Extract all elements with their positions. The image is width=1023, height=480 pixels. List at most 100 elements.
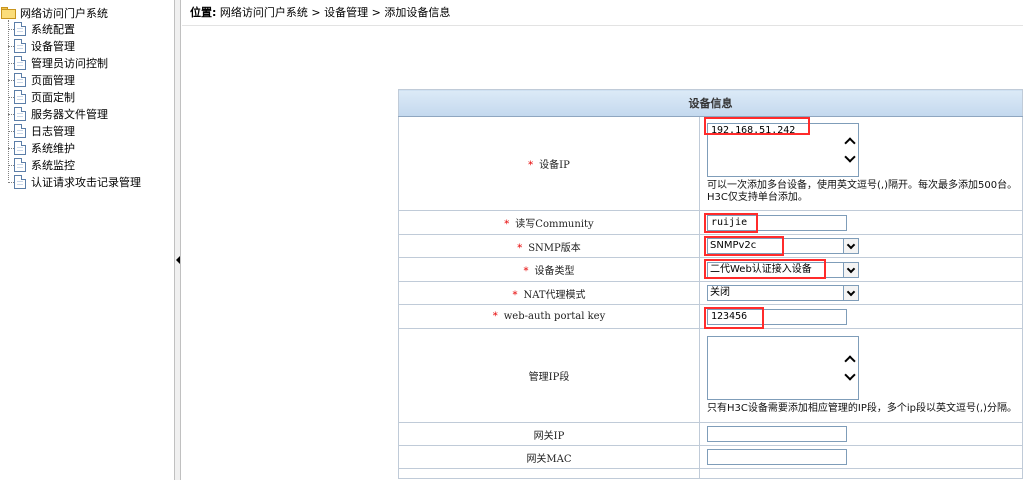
document-icon: [14, 39, 26, 53]
gateway-ip-label: 网关IP: [533, 430, 565, 442]
device-ip-hint: 可以一次添加多台设备，使用英文逗号(,)隔开。每次最多添加500台。H3C仅支持…: [707, 180, 1018, 203]
scroll-up-icon[interactable]: [844, 137, 856, 149]
device-info-form: 设备信息 * 设备IP 192.168.51.242 可以一次添加多台设备，使用英…: [398, 89, 1023, 479]
sidebar-item-server-file-management[interactable]: 服务器文件管理: [8, 106, 108, 122]
value-cell: [699, 210, 1023, 235]
form-row-gateway-ip: 网关IP: [398, 422, 1023, 446]
value-cell: 二代Web认证接入设备: [699, 257, 1023, 282]
chevron-down-icon[interactable]: [843, 239, 858, 253]
folder-open-icon: [1, 7, 17, 19]
sidebar-item-label: 服务器文件管理: [31, 108, 108, 121]
form-row-community: * 读写Community: [398, 210, 1023, 235]
label-cell: * 设备类型: [398, 257, 700, 282]
scroll-down-icon[interactable]: [844, 369, 856, 381]
breadcrumb-path: 网络访问门户系统 > 设备管理 > 添加设备信息: [219, 6, 451, 19]
community-input[interactable]: [707, 214, 847, 231]
sidebar-item-admin-access-control[interactable]: 管理员访问控制: [8, 55, 108, 71]
value-cell: 关闭: [699, 281, 1023, 305]
form-row-device-type: * 设备类型 二代Web认证接入设备: [398, 257, 1023, 282]
sidebar-item-system-config[interactable]: 系统配置: [8, 21, 75, 37]
document-icon: [14, 22, 26, 36]
community-label: 读写Community: [515, 219, 594, 230]
mgmt-ip-range-label: 管理IP段: [528, 372, 570, 383]
sidebar-item-auth-attack-log[interactable]: 认证请求攻击记录管理: [8, 174, 141, 190]
scroll-down-icon[interactable]: [844, 151, 856, 163]
form-row-portal-key: * web-auth portal key: [398, 304, 1023, 329]
chevron-down-icon[interactable]: [843, 262, 858, 277]
device-type-value: 二代Web认证接入设备: [710, 263, 812, 275]
device-ip-textarea[interactable]: 192.168.51.242: [707, 123, 859, 177]
nat-mode-label: NAT代理模式: [523, 289, 586, 301]
document-icon: [14, 90, 26, 104]
snmp-version-label: SNMP版本: [528, 242, 581, 254]
document-icon: [14, 175, 26, 189]
tree-root-label: 网络访问门户系统: [20, 7, 108, 20]
device-type-select[interactable]: 二代Web认证接入设备: [707, 261, 859, 278]
gateway-ip-input[interactable]: [707, 426, 847, 442]
device-type-label: 设备类型: [534, 266, 575, 277]
textarea-scrollbar[interactable]: [843, 338, 857, 398]
form-row-nat-mode: * NAT代理模式 关闭: [398, 281, 1023, 305]
sidebar-tree: 网络访问门户系统 系统配置 设备管理 管理员访问控制 页面管理 页面定制 服务器…: [0, 0, 174, 480]
form-header-row: 设备信息: [398, 89, 1023, 117]
sidebar-item-system-maintenance[interactable]: 系统维护: [8, 140, 75, 156]
document-icon: [14, 56, 26, 70]
mgmt-ip-range-hint: 只有H3C设备需要添加相应管理的IP段，多个ip段以英文逗号(,)分隔。: [707, 403, 1017, 414]
required-mark: *: [528, 160, 534, 171]
label-cell: [398, 468, 700, 479]
value-cell: [699, 422, 1023, 446]
label-cell: * 设备IP: [398, 116, 700, 211]
value-cell: [699, 304, 1023, 329]
document-icon: [14, 124, 26, 138]
divider: [182, 25, 1023, 26]
sidebar-item-label: 系统维护: [31, 142, 75, 155]
value-cell: [699, 445, 1023, 469]
required-mark: *: [523, 266, 529, 277]
sidebar-item-log-management[interactable]: 日志管理: [8, 123, 75, 139]
label-cell: * NAT代理模式: [398, 281, 700, 305]
portal-key-input[interactable]: [707, 308, 847, 325]
sidebar-item-label: 日志管理: [31, 125, 75, 138]
sidebar-item-page-management[interactable]: 页面管理: [8, 72, 75, 88]
portal-key-label: web-auth portal key: [503, 311, 606, 322]
sidebar-item-system-monitoring[interactable]: 系统监控: [8, 157, 75, 173]
label-cell: 管理IP段: [398, 328, 700, 423]
form-row-mgmt-ip-range: 管理IP段 只有H3C设备需要添加相应管理的IP段，多个ip段以英文逗号(,)分…: [398, 328, 1023, 423]
form-row-device-ip: * 设备IP 192.168.51.242 可以一次添加多台设备，使用英文逗号(,…: [398, 116, 1023, 211]
label-cell: 网关MAC: [398, 445, 700, 469]
form-row-snmp-version: * SNMP版本 SNMPv2c: [398, 234, 1023, 258]
chevron-down-icon[interactable]: [843, 286, 858, 300]
sidebar-item-page-customization[interactable]: 页面定制: [8, 89, 75, 105]
required-mark: *: [512, 289, 518, 301]
device-ip-value: 192.168.51.242: [711, 125, 796, 136]
snmp-version-select[interactable]: SNMPv2c: [707, 238, 859, 254]
label-cell: * 读写Community: [398, 210, 700, 235]
required-mark: *: [492, 311, 498, 322]
scroll-up-icon[interactable]: [844, 355, 856, 367]
sidebar-splitter[interactable]: [174, 0, 181, 480]
mgmt-ip-range-textarea[interactable]: [707, 336, 859, 400]
label-cell: * web-auth portal key: [398, 304, 700, 329]
form-row-partial: [398, 468, 1023, 479]
collapse-arrow-icon[interactable]: [176, 256, 180, 264]
sidebar-item-label: 系统配置: [31, 23, 75, 36]
value-cell: 只有H3C设备需要添加相应管理的IP段，多个ip段以英文逗号(,)分隔。: [699, 328, 1023, 423]
tree-root-portal-system[interactable]: 网络访问门户系统: [1, 5, 108, 21]
required-mark: *: [504, 219, 510, 230]
document-icon: [14, 158, 26, 172]
label-cell: 网关IP: [398, 422, 700, 446]
sidebar-item-device-management[interactable]: 设备管理: [8, 38, 75, 54]
sidebar-item-label: 页面管理: [31, 74, 75, 87]
gateway-mac-input[interactable]: [707, 449, 847, 465]
form-row-gateway-mac: 网关MAC: [398, 445, 1023, 469]
snmp-version-value: SNMPv2c: [710, 240, 757, 251]
value-cell: SNMPv2c: [699, 234, 1023, 258]
gateway-mac-label: 网关MAC: [526, 453, 572, 465]
nat-mode-select[interactable]: 关闭: [707, 285, 859, 301]
document-icon: [14, 107, 26, 121]
label-cell: * SNMP版本: [398, 234, 700, 258]
value-cell: [699, 468, 1023, 479]
breadcrumb-prefix: 位置:: [190, 6, 217, 19]
sidebar-item-label: 认证请求攻击记录管理: [31, 176, 141, 189]
textarea-scrollbar[interactable]: [843, 125, 857, 175]
